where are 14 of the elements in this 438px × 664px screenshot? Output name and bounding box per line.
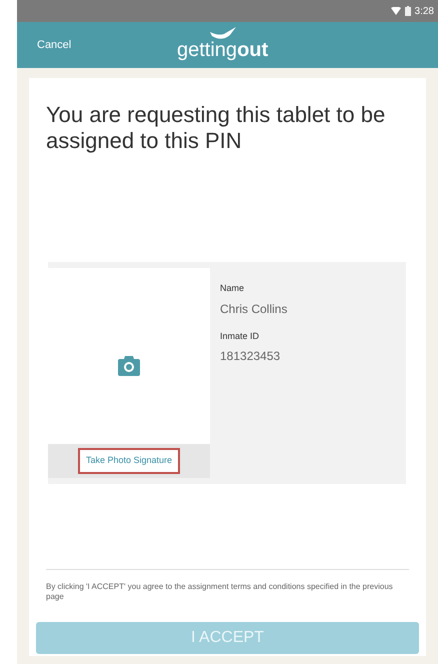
field-label: Inmate ID <box>220 330 260 342</box>
bird-logo-icon <box>208 26 238 42</box>
status-time: 3:28 <box>414 4 434 18</box>
field-label: Name <box>220 282 246 295</box>
page-title: You are requesting this tablet to be assigned to this PIN <box>46 102 386 154</box>
logo-text: gettingout <box>177 40 268 60</box>
cancel-button[interactable]: Cancel <box>37 36 72 54</box>
wifi-icon <box>390 7 401 15</box>
camera-icon <box>118 356 140 376</box>
terms-text: By clicking 'I ACCEPT' you agree to the assignment terms and conditions specified in the previous page <box>46 582 394 602</box>
field-value: 181323453 <box>220 348 282 365</box>
take-photo-link[interactable]: Take Photo Signature <box>78 448 180 474</box>
battery-icon <box>404 6 411 16</box>
field-value: Chris Collins <box>220 300 288 318</box>
